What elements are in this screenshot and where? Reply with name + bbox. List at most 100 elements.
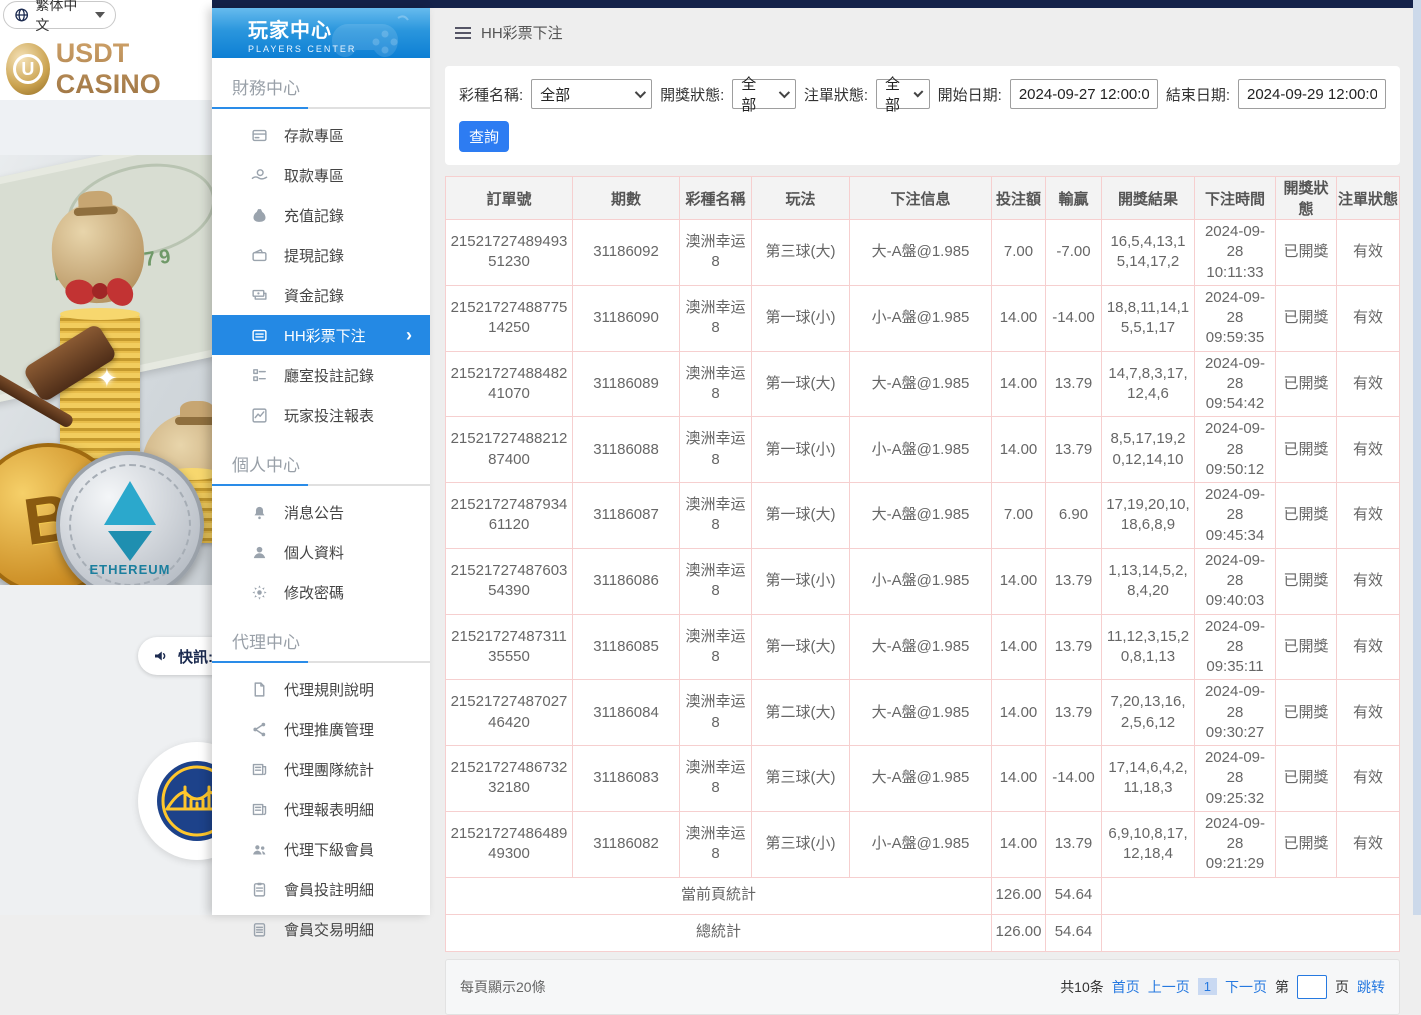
cell-draw-status: 已開獎 xyxy=(1276,285,1337,351)
sidebar-item-代理推廣管理[interactable]: 代理推廣管理 xyxy=(212,709,430,749)
end-date-label: 結束日期: xyxy=(1166,84,1230,105)
cell-order-status: 有效 xyxy=(1337,680,1400,746)
sparkle-graphic: ✦ xyxy=(96,363,118,394)
sidebar-item-存款專區[interactable]: 存款專區 xyxy=(212,115,430,155)
cell-order-no: 2152172748673232180 xyxy=(446,746,573,812)
cell-stake: 7.00 xyxy=(992,483,1046,549)
cell-stake: 14.00 xyxy=(992,811,1046,877)
sidebar-item-玩家投注報表[interactable]: 玩家投注報表 xyxy=(212,395,430,435)
cell-bet-time: 2024-09-28 09:25:32 xyxy=(1195,746,1276,812)
search-button[interactable]: 查詢 xyxy=(459,121,509,152)
cell-issue: 31186089 xyxy=(573,351,680,417)
sidebar-item-會員投註明細[interactable]: 會員投註明細 xyxy=(212,869,430,909)
draw-status-select[interactable]: 全部 xyxy=(732,79,796,109)
next-page-link[interactable]: 下一页 xyxy=(1225,977,1267,997)
cell-draw-status: 已開獎 xyxy=(1276,680,1337,746)
chevron-down-icon xyxy=(779,87,790,98)
brand-logo[interactable]: U USDT CASINO xyxy=(6,38,212,100)
clipboard-icon xyxy=(251,881,268,898)
page-scrollbar[interactable] xyxy=(1413,0,1421,915)
sidebar-item-label: 資金記錄 xyxy=(284,285,344,306)
sidebar-item-label: 代理下級會員 xyxy=(284,839,374,860)
sidebar-item-資金記錄[interactable]: 資金記錄 xyxy=(212,275,430,315)
cell-win-loss: 6.90 xyxy=(1046,483,1102,549)
sidebar-item-個人資料[interactable]: 個人資料 xyxy=(212,532,430,572)
end-date-input[interactable] xyxy=(1238,79,1386,109)
cell-bet-info: 小-A盤@1.985 xyxy=(850,548,992,614)
cell-draw-result: 1,13,14,5,2,8,4,20 xyxy=(1102,548,1195,614)
gamepad-icon xyxy=(310,12,420,58)
cell-draw-status: 已開獎 xyxy=(1276,614,1337,680)
current-page[interactable]: 1 xyxy=(1198,978,1217,995)
cell-play-type: 第一球(大) xyxy=(752,483,850,549)
sidebar-item-label: 取款專區 xyxy=(284,165,344,186)
lottery-select[interactable]: 全部 xyxy=(531,79,652,109)
cell-issue: 31186085 xyxy=(573,614,680,680)
sidebar-item-充值記錄[interactable]: 充值記錄 xyxy=(212,195,430,235)
sidebar-item-label: 玩家投注報表 xyxy=(284,405,374,426)
sidebar-item-label: 存款專區 xyxy=(284,125,344,146)
sidebar-item-修改密碼[interactable]: 修改密碼 xyxy=(212,572,430,612)
recharge-record-icon xyxy=(251,207,268,224)
column-header-draw-status: 開獎狀態 xyxy=(1276,177,1337,220)
share-icon xyxy=(251,721,268,738)
pagination: 共10条 首页 上一页 1 下一页 第 页 跳转 xyxy=(1060,975,1385,999)
sidebar-item-廳室投註記錄[interactable]: 廳室投註記錄 xyxy=(212,355,430,395)
language-label: 繁体中文 xyxy=(35,0,89,35)
cell-order-status: 有效 xyxy=(1337,351,1400,417)
cell-play-type: 第三球(小) xyxy=(752,811,850,877)
cell-stake: 14.00 xyxy=(992,614,1046,680)
sidebar-item-會員交易明細[interactable]: 會員交易明細 xyxy=(212,909,430,949)
cell-order-status: 有效 xyxy=(1337,483,1400,549)
page-jump-input[interactable] xyxy=(1297,975,1327,999)
sidebar-item-代理團隊統計[interactable]: 代理團隊統計 xyxy=(212,749,430,789)
section-divider xyxy=(212,484,430,486)
deposit-icon xyxy=(251,127,268,144)
jump-link[interactable]: 跳转 xyxy=(1357,977,1385,997)
news-icon xyxy=(251,801,268,818)
sidebar-item-提現記錄[interactable]: 提現記錄 xyxy=(212,235,430,275)
chevron-down-icon xyxy=(635,87,646,98)
promo-banner: KB 46279 ✦ B ETHEREUM xyxy=(0,155,212,585)
cell-stake: 14.00 xyxy=(992,680,1046,746)
first-page-link[interactable]: 首页 xyxy=(1112,977,1140,997)
cell-draw-result: 17,19,20,10,18,6,8,9 xyxy=(1102,483,1195,549)
news-icon xyxy=(251,761,268,778)
sidebar-item-label: 消息公告 xyxy=(284,502,344,523)
brand-name: USDT CASINO xyxy=(56,38,212,100)
news-ticker-label: 快訊: xyxy=(178,646,212,667)
prev-page-link[interactable]: 上一页 xyxy=(1148,977,1190,997)
cell-order-status: 有效 xyxy=(1337,285,1400,351)
cell-play-type: 第三球(大) xyxy=(752,746,850,812)
grand-total-win: 54.64 xyxy=(1046,914,1102,951)
cell-order-no: 2152172748821287400 xyxy=(446,417,573,483)
sidebar-item-消息公告[interactable]: 消息公告 xyxy=(212,492,430,532)
brand-coin-icon: U xyxy=(6,43,50,95)
sidebar-item-代理下級會員[interactable]: 代理下級會員 xyxy=(212,829,430,869)
column-header-lottery-name: 彩種名稱 xyxy=(680,177,752,220)
language-selector[interactable]: 繁体中文 xyxy=(3,1,116,29)
sidebar-section-title: 個人中心 xyxy=(232,451,430,476)
cell-play-type: 第一球(小) xyxy=(752,285,850,351)
sidebar-item-代理規則說明[interactable]: 代理規則說明 xyxy=(212,669,430,709)
column-header-stake: 投注額 xyxy=(992,177,1046,220)
cell-issue: 31186088 xyxy=(573,417,680,483)
sidebar-item-取款專區[interactable]: 取款專區 xyxy=(212,155,430,195)
sidebar: 玩家中心 PLAYERS CENTER 財務中心存款專區取款專區充值記錄提現記錄… xyxy=(212,8,430,915)
menu-toggle-icon[interactable] xyxy=(455,27,471,39)
start-date-input[interactable] xyxy=(1010,79,1158,109)
sidebar-item-代理報表明細[interactable]: 代理報表明細 xyxy=(212,789,430,829)
jump-suffix: 页 xyxy=(1335,977,1349,997)
news-ticker[interactable]: 快訊: xyxy=(138,637,212,675)
sidebar-section-title: 財務中心 xyxy=(232,74,430,99)
order-status-select[interactable]: 全部 xyxy=(876,79,930,109)
cell-lottery-name: 澳洲幸运8 xyxy=(680,746,752,812)
sidebar-item-label: 提現記錄 xyxy=(284,245,344,266)
sidebar-item-HH彩票下注[interactable]: HH彩票下注› xyxy=(212,315,430,355)
order-status-filter-label: 注單狀態: xyxy=(804,84,868,105)
funds-record-icon xyxy=(251,287,268,304)
chevron-down-icon xyxy=(914,88,924,98)
cell-play-type: 第一球(小) xyxy=(752,548,850,614)
cell-lottery-name: 澳洲幸运8 xyxy=(680,285,752,351)
gear-icon xyxy=(251,584,268,601)
